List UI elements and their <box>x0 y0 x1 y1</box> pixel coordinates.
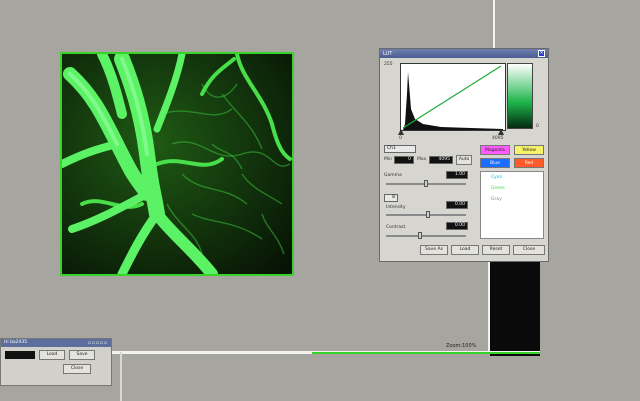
vessel-image <box>62 54 292 274</box>
reset-button[interactable]: Reset <box>482 245 510 255</box>
list-item[interactable]: Green <box>481 183 543 194</box>
color-list[interactable]: Cyan Green Gray <box>480 171 544 239</box>
hist-max-label: 4095 <box>492 136 504 141</box>
zoom-status: Zoom:100% <box>446 343 477 349</box>
blue-button[interactable]: Blue <box>480 158 510 168</box>
gamma-label: Gamma <box>384 173 402 178</box>
mini-titlebar[interactable]: Hi ba2435 ▫▫▫▫▫ <box>1 339 111 347</box>
color-scale-bar <box>507 63 533 129</box>
lut-title: LUT <box>383 50 393 57</box>
intensity-input[interactable]: 0.00 <box>446 201 468 209</box>
channel-select[interactable]: Ch1 <box>384 145 416 153</box>
gamma-slider-knob[interactable] <box>424 180 428 187</box>
intensity-slider-knob[interactable] <box>426 211 430 218</box>
desktop-divider-lower-left <box>120 352 122 401</box>
hist-min-label: 0 <box>399 136 402 141</box>
contrast-label: Contrast <box>386 225 406 230</box>
min-label: Min <box>384 157 392 162</box>
min-handle-icon[interactable] <box>398 129 404 135</box>
max-input[interactable]: 4095 <box>429 156 453 164</box>
channel-select-value: Ch1 <box>387 146 396 151</box>
red-button[interactable]: Red <box>514 158 544 168</box>
max-label: Max <box>417 157 427 162</box>
contrast-input[interactable]: 0.00 <box>446 222 468 230</box>
intensity-select-value: 8 <box>392 195 395 200</box>
background-window-dark <box>490 262 540 356</box>
desktop-divider-vertical <box>493 0 495 50</box>
close-button[interactable]: Close <box>513 245 545 255</box>
list-item[interactable]: Gray <box>481 194 543 205</box>
load-button[interactable]: Load <box>451 245 479 255</box>
intensity-label: Intensity <box>386 205 406 210</box>
contrast-slider-knob[interactable] <box>418 232 422 239</box>
mini-title: Hi ba2435 <box>4 340 28 345</box>
lut-titlebar[interactable]: LUT × <box>380 49 548 58</box>
green-selection-line <box>312 352 540 354</box>
min-input[interactable]: 0 <box>394 156 414 164</box>
yellow-button[interactable]: Yellow <box>514 145 544 155</box>
gamma-input[interactable]: 1.00 <box>446 171 468 179</box>
mini-window[interactable]: Hi ba2435 ▫▫▫▫▫ Load Save Close <box>0 338 112 386</box>
close-icon[interactable]: × <box>538 50 545 57</box>
magenta-button[interactable]: Magenta <box>480 145 510 155</box>
histogram-plot <box>400 63 506 131</box>
list-item[interactable]: Cyan <box>481 172 543 183</box>
scale-bottom-label: 0 <box>536 124 539 129</box>
save-as-button[interactable]: Save As <box>420 245 448 255</box>
mini-save-button[interactable]: Save <box>69 350 95 360</box>
lut-dialog[interactable]: LUT × 255 0 0 4095 Ch1 Min 0 Max 4095 Au… <box>379 48 549 262</box>
histogram-graph <box>402 65 503 130</box>
max-handle-icon[interactable] <box>498 129 504 135</box>
scale-top-label: 255 <box>384 62 393 67</box>
mini-load-button[interactable]: Load <box>39 350 65 360</box>
auto-button[interactable]: Auto <box>456 155 472 165</box>
window-controls-icon[interactable]: ▫▫▫▫▫ <box>88 340 108 348</box>
image-viewer[interactable] <box>60 52 294 276</box>
mini-dark-field[interactable] <box>5 351 35 359</box>
intensity-select[interactable]: 8 <box>384 194 398 202</box>
mini-close-button[interactable]: Close <box>63 364 91 374</box>
contrast-slider-track[interactable] <box>386 235 466 237</box>
